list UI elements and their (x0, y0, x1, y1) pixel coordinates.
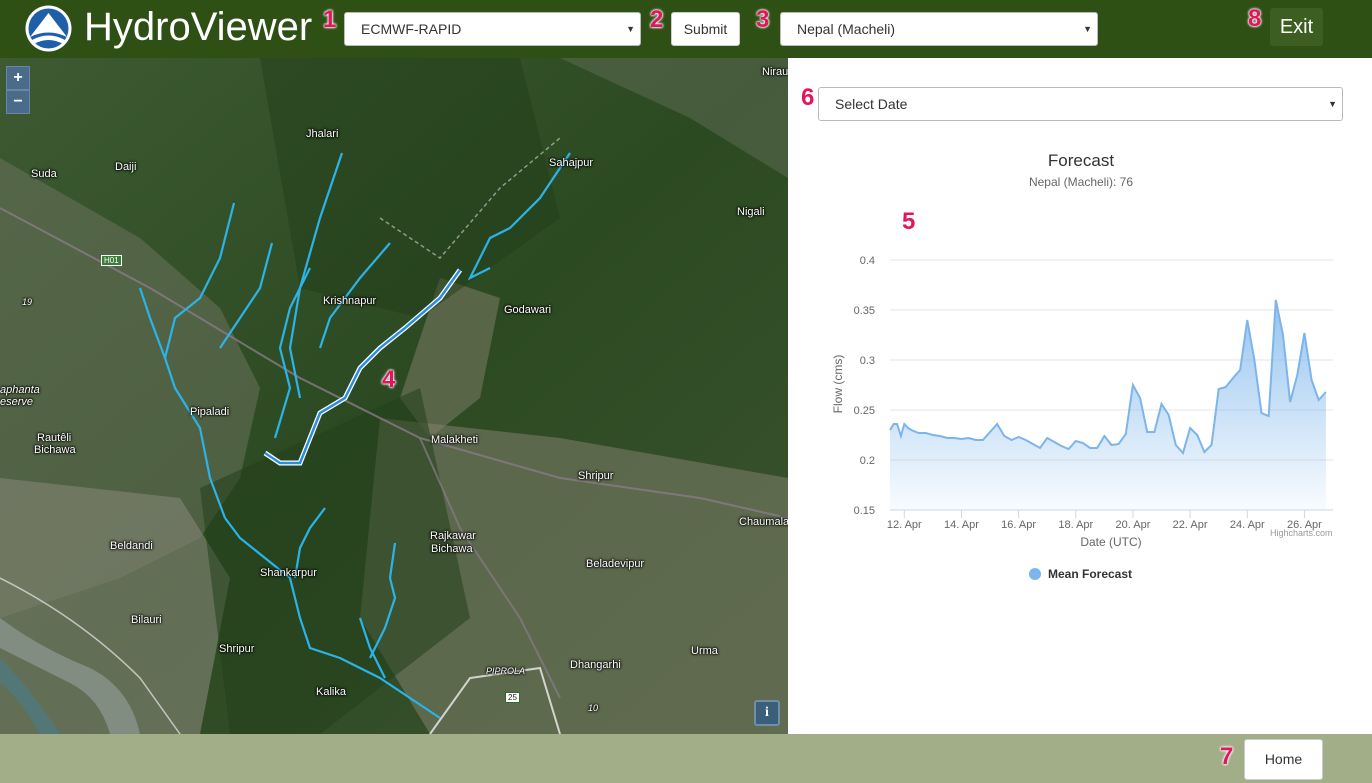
map-label: Godawari (504, 304, 552, 316)
map-label: Daiji (115, 161, 137, 173)
legend-marker[interactable] (1029, 568, 1041, 580)
map-label: Shripur (578, 470, 614, 482)
map-label: Krishnapur (323, 295, 377, 307)
y-tick-label: 0.2 (860, 455, 875, 467)
map-label: Pipaladi (190, 406, 230, 418)
map-label: Sahajpur (549, 157, 594, 169)
y-axis-label: Flow (cms) (831, 355, 845, 414)
map-label: Chaumala (739, 516, 788, 528)
info-button[interactable]: i (754, 700, 780, 726)
region-select[interactable]: Nepal (Macheli) ▼ (780, 12, 1098, 46)
map-label: Shripur (219, 643, 255, 655)
map-label: Rajkawar (430, 530, 476, 542)
submit-button[interactable]: Submit (671, 12, 740, 46)
annotation-marker-4: 4 (382, 366, 396, 393)
map-label: Urma (691, 645, 718, 657)
map-label: Beladevipur (586, 558, 645, 570)
chart-title: Forecast (1048, 151, 1114, 170)
chart-subtitle: Nepal (Macheli): 76 (1029, 175, 1133, 189)
map-label: Dhangarhi (570, 659, 621, 671)
x-tick-label: 22. Apr (1173, 519, 1208, 531)
annotation-marker-3: 3 (756, 6, 770, 33)
annotation-marker-1: 1 (323, 6, 337, 33)
x-tick-label: 20. Apr (1116, 519, 1151, 531)
x-axis-label: Date (UTC) (1080, 535, 1141, 549)
map-label: Nirau (762, 66, 788, 78)
hydroviewer-logo-icon (25, 5, 72, 52)
map-label: Kalika (316, 686, 346, 698)
map-label: aphanta (0, 384, 40, 396)
region-select-value: Nepal (Macheli) (797, 21, 896, 37)
satellite-imagery (0, 58, 788, 734)
y-tick-label: 0.15 (854, 505, 875, 517)
zoom-out-button[interactable]: − (6, 90, 30, 114)
annotation-marker-6: 6 (801, 84, 815, 111)
legend-label[interactable]: Mean Forecast (1048, 567, 1132, 581)
map-label: 10 (588, 703, 599, 713)
x-tick-label: 24. Apr (1230, 519, 1265, 531)
highcharts-credits[interactable]: Highcharts.com (1270, 528, 1333, 538)
zoom-in-button[interactable]: + (6, 66, 30, 90)
y-tick-label: 0.25 (854, 405, 875, 417)
annotation-marker-5: 5 (902, 208, 916, 235)
map-label: Suda (31, 168, 57, 180)
forecast-panel: 6 Select Date ▼ Forecast Nepal (Macheli)… (788, 58, 1372, 734)
map-label: Bichawa (431, 543, 473, 555)
model-select[interactable]: ECMWF-RAPID ▼ (344, 12, 641, 46)
annotation-marker-7: 7 (1220, 743, 1234, 770)
x-tick-label: 16. Apr (1001, 519, 1036, 531)
map-label: Bilauri (131, 614, 162, 626)
date-select[interactable]: Select Date ▼ (818, 87, 1343, 121)
y-tick-label: 0.4 (860, 255, 875, 267)
map-label: Rautêli (37, 432, 72, 444)
x-axis-ticks: 12. Apr 14. Apr 16. Apr 18. Apr 20. Apr 22. A… (887, 510, 1322, 531)
road-shield: H01 (101, 255, 122, 266)
x-tick-label: 18. Apr (1058, 519, 1093, 531)
x-tick-label: 12. Apr (887, 519, 922, 531)
date-select-value: Select Date (835, 96, 908, 112)
dropdown-caret-icon: ▼ (1328, 99, 1337, 109)
map-label: Shankarpur (260, 567, 317, 579)
map-label: Bichawa (34, 444, 76, 456)
dropdown-caret-icon: ▼ (626, 24, 635, 34)
dropdown-caret-icon: ▼ (1083, 24, 1092, 34)
y-tick-label: 0.3 (860, 355, 875, 367)
annotation-marker-8: 8 (1248, 5, 1262, 32)
road-shield: 25 (505, 692, 520, 703)
map-label: PIPROLA (486, 666, 526, 676)
map-label: Beldandi (110, 540, 153, 552)
map-label: Jhalari (306, 128, 339, 140)
y-axis-ticks: 0.4 0.35 0.3 0.25 0.2 0.15 (854, 255, 875, 517)
map-label: Malakheti (431, 434, 479, 446)
app-title: HydroViewer (84, 5, 313, 49)
annotation-marker-2: 2 (650, 6, 664, 33)
map-view[interactable]: + − Nirau Jhalari Sahajpur Suda Daiji Ni… (0, 58, 788, 734)
map-label: Nigali (737, 206, 765, 218)
app-footer: 7 Home (0, 734, 1372, 783)
map-label: eserve (0, 396, 34, 408)
home-button[interactable]: Home (1244, 739, 1323, 780)
model-select-value: ECMWF-RAPID (361, 21, 462, 37)
exit-button[interactable]: Exit (1270, 8, 1323, 46)
map-label: 19 (22, 297, 33, 307)
x-tick-label: 14. Apr (944, 519, 979, 531)
app-header: HydroViewer 1 ECMWF-RAPID ▼ 2 Submit 3 N… (0, 0, 1372, 58)
y-tick-label: 0.35 (854, 305, 875, 317)
forecast-chart: Forecast Nepal (Macheli): 76 0.40.350.30… (831, 151, 1333, 581)
